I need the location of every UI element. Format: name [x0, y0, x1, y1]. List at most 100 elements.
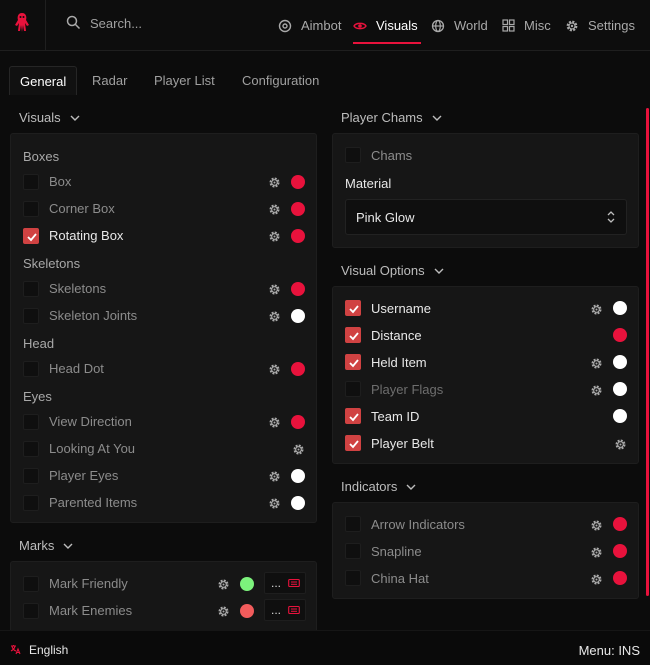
- nav-tab-label: Misc: [524, 18, 551, 33]
- skeletons-checkbox[interactable]: [23, 281, 39, 297]
- indicators-section-header[interactable]: Indicators: [341, 479, 416, 494]
- nav-tab-aimbot[interactable]: Aimbot: [278, 0, 341, 51]
- gear-icon[interactable]: [268, 176, 281, 189]
- color-picker-swatch[interactable]: [613, 355, 627, 369]
- snapline-checkbox[interactable]: [345, 543, 361, 559]
- mark-enemies-label: Mark Enemies: [49, 603, 133, 618]
- arrow-indicators-checkbox[interactable]: [345, 516, 361, 532]
- indicators-panel: Arrow Indicators Snapline China Hat: [332, 502, 639, 599]
- parented-items-checkbox[interactable]: [23, 495, 39, 511]
- player-chams-section-header[interactable]: Player Chams: [341, 110, 442, 125]
- gear-icon[interactable]: [590, 384, 603, 397]
- keyboard-icon: [288, 578, 300, 588]
- color-picker-swatch[interactable]: [613, 328, 627, 342]
- nav-tab-misc[interactable]: Misc: [502, 0, 551, 51]
- search-input[interactable]: [84, 12, 254, 34]
- gear-icon[interactable]: [590, 573, 603, 586]
- held-item-label: Held Item: [371, 355, 427, 370]
- color-picker-swatch[interactable]: [291, 469, 305, 483]
- gear-icon[interactable]: [268, 470, 281, 483]
- visual-options-panel: Username Distance Held Item Player Flags…: [332, 286, 639, 464]
- menu-keybind-hint: Menu: INS: [578, 643, 640, 658]
- head-dot-checkbox[interactable]: [23, 361, 39, 377]
- gear-icon[interactable]: [292, 443, 305, 456]
- nav-tab-world[interactable]: World: [431, 0, 488, 51]
- visuals-section-header[interactable]: Visuals: [19, 110, 80, 125]
- marks-section-header[interactable]: Marks: [19, 538, 73, 553]
- gear-icon[interactable]: [268, 230, 281, 243]
- squid-logo-icon: [15, 13, 29, 32]
- color-picker-swatch[interactable]: [291, 309, 305, 323]
- gear-icon[interactable]: [590, 546, 603, 559]
- gear-icon[interactable]: [268, 416, 281, 429]
- gear-icon[interactable]: [268, 363, 281, 376]
- search-icon: [66, 15, 81, 30]
- gear-icon[interactable]: [268, 203, 281, 216]
- player-eyes-checkbox[interactable]: [23, 468, 39, 484]
- nav-tab-settings[interactable]: Settings: [565, 0, 635, 51]
- scrollbar[interactable]: [646, 108, 649, 596]
- username-label: Username: [371, 301, 431, 316]
- color-picker-swatch[interactable]: [613, 544, 627, 558]
- subtab-player-list[interactable]: Player List: [154, 66, 215, 95]
- held-item-checkbox[interactable]: [345, 354, 361, 370]
- gear-icon[interactable]: [590, 357, 603, 370]
- skeleton-joints-checkbox[interactable]: [23, 308, 39, 324]
- corner-box-checkbox[interactable]: [23, 201, 39, 217]
- username-checkbox[interactable]: [345, 300, 361, 316]
- gear-icon[interactable]: [268, 283, 281, 296]
- gear-icon[interactable]: [268, 310, 281, 323]
- view-direction-checkbox[interactable]: [23, 414, 39, 430]
- gear-icon[interactable]: [590, 519, 603, 532]
- color-picker-swatch[interactable]: [291, 282, 305, 296]
- gear-icon[interactable]: [217, 605, 230, 618]
- gear-icon[interactable]: [217, 578, 230, 591]
- keybind-button[interactable]: ...: [264, 599, 306, 621]
- color-picker-swatch[interactable]: [291, 229, 305, 243]
- subtab-general[interactable]: General: [9, 66, 78, 95]
- group-label-boxes: Boxes: [23, 149, 60, 164]
- mark-enemies-checkbox[interactable]: [23, 603, 39, 619]
- looking-at-you-checkbox[interactable]: [23, 441, 39, 457]
- color-picker-swatch[interactable]: [613, 301, 627, 315]
- subtab-radar[interactable]: Radar: [92, 66, 127, 95]
- player-belt-checkbox[interactable]: [345, 435, 361, 451]
- color-picker-swatch[interactable]: [291, 175, 305, 189]
- player-belt-label: Player Belt: [371, 436, 434, 451]
- player-flags-checkbox[interactable]: [345, 381, 361, 397]
- keyboard-icon: [288, 605, 300, 615]
- subtab-configuration[interactable]: Configuration: [242, 66, 319, 95]
- distance-checkbox[interactable]: [345, 327, 361, 343]
- color-picker-swatch[interactable]: [240, 604, 254, 618]
- color-picker-swatch[interactable]: [291, 362, 305, 376]
- color-picker-swatch[interactable]: [613, 571, 627, 585]
- team-id-checkbox[interactable]: [345, 408, 361, 424]
- checkmark-icon: [27, 233, 37, 242]
- visual-options-section-header[interactable]: Visual Options: [341, 263, 444, 278]
- chevron-down-icon: [434, 268, 444, 274]
- color-picker-swatch[interactable]: [613, 382, 627, 396]
- crosshair-icon: [278, 19, 292, 32]
- language-selector[interactable]: English: [29, 643, 68, 657]
- visuals-panel: Boxes Box Corner Box Rotating Box Skelet…: [10, 133, 317, 523]
- gear-icon[interactable]: [614, 438, 627, 451]
- color-picker-swatch[interactable]: [291, 202, 305, 216]
- active-tab-indicator: [353, 42, 421, 44]
- color-picker-swatch[interactable]: [613, 409, 627, 423]
- color-picker-swatch[interactable]: [240, 577, 254, 591]
- keybind-button[interactable]: ...: [264, 572, 306, 594]
- china-hat-checkbox[interactable]: [345, 570, 361, 586]
- distance-label: Distance: [371, 328, 422, 343]
- chams-checkbox[interactable]: [345, 147, 361, 163]
- color-picker-swatch[interactable]: [291, 496, 305, 510]
- gear-icon[interactable]: [590, 303, 603, 316]
- mark-friendly-checkbox[interactable]: [23, 576, 39, 592]
- color-picker-swatch[interactable]: [291, 415, 305, 429]
- material-dropdown[interactable]: Pink Glow: [345, 199, 627, 235]
- gear-icon[interactable]: [268, 497, 281, 510]
- rotating-box-checkbox[interactable]: [23, 228, 39, 244]
- box-checkbox[interactable]: [23, 174, 39, 190]
- head-dot-label: Head Dot: [49, 361, 104, 376]
- keybind-button-label: ...: [271, 603, 282, 617]
- color-picker-swatch[interactable]: [613, 517, 627, 531]
